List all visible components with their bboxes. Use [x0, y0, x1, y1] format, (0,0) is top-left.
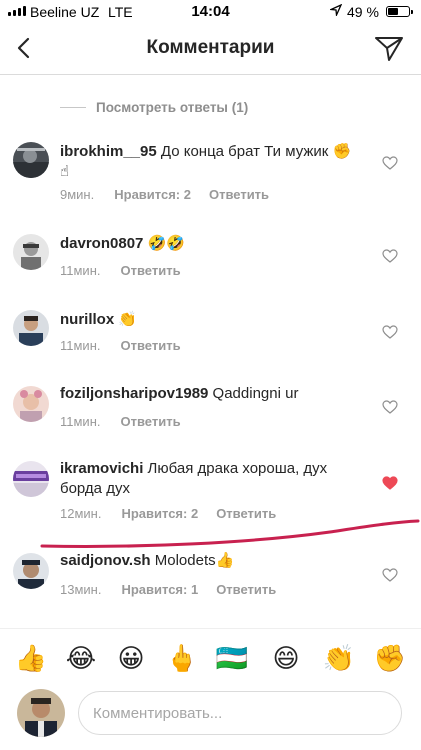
- reply-button[interactable]: Ответить: [121, 338, 181, 353]
- comment-body: nurillox 👏: [60, 310, 360, 330]
- comment-username[interactable]: ibrokhim__95: [60, 143, 157, 160]
- emoji-tears-of-joy[interactable]: 😂: [63, 641, 99, 677]
- comment-username[interactable]: davron0807: [60, 235, 143, 252]
- comment-meta: 11мин. Ответить: [60, 338, 181, 353]
- emoji-clapping[interactable]: 👏: [321, 641, 357, 677]
- comment-body: saidjonov.sh Molodets👍: [60, 551, 360, 571]
- comment-meta: 9мин. Нравится: 2 Ответить: [60, 187, 269, 202]
- avatar[interactable]: [13, 553, 49, 589]
- divider: [60, 107, 86, 108]
- comment-text: Molodets👍: [154, 552, 235, 569]
- emoji-smile[interactable]: 😄: [268, 641, 304, 677]
- comment-likes[interactable]: Нравится: 2: [114, 187, 191, 202]
- comment-username[interactable]: saidjonov.sh: [60, 552, 151, 569]
- reply-button[interactable]: Ответить: [216, 582, 276, 597]
- location-icon: [328, 3, 343, 19]
- share-button[interactable]: [372, 32, 406, 64]
- comment-meta: 13мин. Нравится: 1 Ответить: [60, 582, 276, 597]
- reply-button[interactable]: Ответить: [121, 414, 181, 429]
- comment-text: 👏: [118, 311, 138, 328]
- heart-icon[interactable]: [382, 476, 398, 490]
- battery-icon: [386, 6, 413, 17]
- comment-meta: 11мин. Ответить: [60, 263, 181, 278]
- avatar[interactable]: [13, 310, 49, 346]
- heart-icon[interactable]: [382, 249, 398, 263]
- emoji-flag-uzbekistan[interactable]: 🇺🇿: [214, 641, 250, 677]
- view-replies-label: Посмотреть ответы (1): [96, 100, 249, 115]
- emoji-thumbs-up[interactable]: 👍: [13, 641, 49, 677]
- comment-meta: 11мин. Ответить: [60, 414, 181, 429]
- avatar[interactable]: [17, 689, 65, 737]
- avatar[interactable]: [13, 234, 49, 270]
- comment-time: 11мин.: [60, 263, 101, 278]
- comment-username[interactable]: nurillox: [60, 311, 114, 328]
- heart-icon[interactable]: [382, 325, 398, 339]
- reply-button[interactable]: Ответить: [209, 187, 269, 202]
- nav-bar: Комментарии: [0, 24, 421, 75]
- status-bar: Beeline UZ LTE 14:04 49 %: [0, 0, 421, 24]
- comment-likes[interactable]: Нравится: 1: [121, 582, 198, 597]
- comment-username[interactable]: ikramovichi: [60, 460, 143, 477]
- emoji-raised-fist[interactable]: ✊: [372, 641, 408, 677]
- comment-time: 9мин.: [60, 187, 95, 202]
- emoji-middle-finger[interactable]: 🖕: [164, 641, 200, 677]
- heart-icon[interactable]: [382, 156, 398, 170]
- comment-time: 13мин.: [60, 582, 102, 597]
- annotation-stroke: [40, 519, 420, 548]
- reply-button[interactable]: Ответить: [121, 263, 181, 278]
- comment-body: ibrokhim__95 До конца брат Ти мужик ✊☝: [60, 142, 360, 182]
- comment-body: davron0807 🤣🤣: [60, 234, 360, 254]
- comment-body: foziljonsharipov1989 Qaddingni ur: [60, 384, 360, 404]
- avatar[interactable]: [13, 461, 49, 497]
- comment-composer: [0, 686, 421, 750]
- comment-username[interactable]: foziljonsharipov1989: [60, 385, 208, 402]
- avatar[interactable]: [13, 142, 49, 178]
- emoji-grinning[interactable]: 😀: [113, 641, 149, 677]
- comment-time: 11мин.: [60, 414, 101, 429]
- heart-icon[interactable]: [382, 400, 398, 414]
- heart-icon[interactable]: [382, 568, 398, 582]
- view-replies-link[interactable]: Посмотреть ответы (1): [60, 100, 248, 115]
- paper-plane-icon: [375, 37, 403, 61]
- comment-time: 11мин.: [60, 338, 101, 353]
- comment-text: Qaddingni ur: [212, 385, 299, 402]
- battery-percent: 49 %: [347, 4, 379, 20]
- comment-input[interactable]: [78, 691, 402, 735]
- comment-body: ikramovichi Любая драка хороша, дух борд…: [60, 459, 360, 499]
- page-title: Комментарии: [146, 37, 275, 58]
- emoji-quick-bar: 👍 😂 😀 🖕 🇺🇿 😄 👏 ✊: [0, 628, 421, 687]
- comment-text: 🤣🤣: [147, 235, 185, 252]
- avatar[interactable]: [13, 386, 49, 422]
